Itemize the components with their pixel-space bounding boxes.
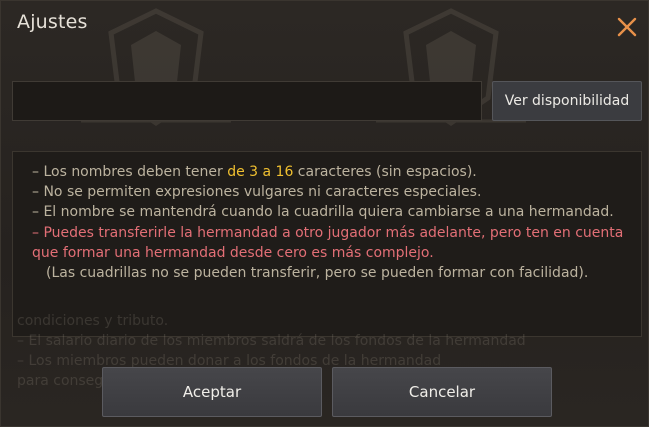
rule-length: – Los nombres deben tener de 3 a 16 cara… [32, 164, 477, 180]
rule-transfer-warning: – Puedes transferirle la hermandad a otr… [32, 224, 624, 261]
length-highlight: de 3 a 16 [227, 164, 294, 180]
rule-squad-note: (Las cuadrillas no se pueden transferir,… [46, 265, 589, 282]
settings-dialog: Ajustes Ver disponibilidad dad – Los nom… [0, 0, 649, 427]
dialog-title: Ajustes [17, 11, 88, 33]
accept-button[interactable]: Aceptar [102, 367, 322, 417]
close-icon[interactable] [613, 13, 641, 41]
rule-name-kept: – El nombre se mantendrá cuando la cuadr… [32, 204, 614, 221]
naming-rules-panel: – Los nombres deben tener de 3 a 16 cara… [12, 151, 642, 337]
guild-name-input[interactable] [12, 81, 482, 121]
cancel-button[interactable]: Cancelar [332, 367, 552, 417]
check-availability-button[interactable]: Ver disponibilidad [492, 81, 642, 121]
rule-no-vulgar: – No se permiten expresiones vulgares ni… [32, 184, 482, 201]
